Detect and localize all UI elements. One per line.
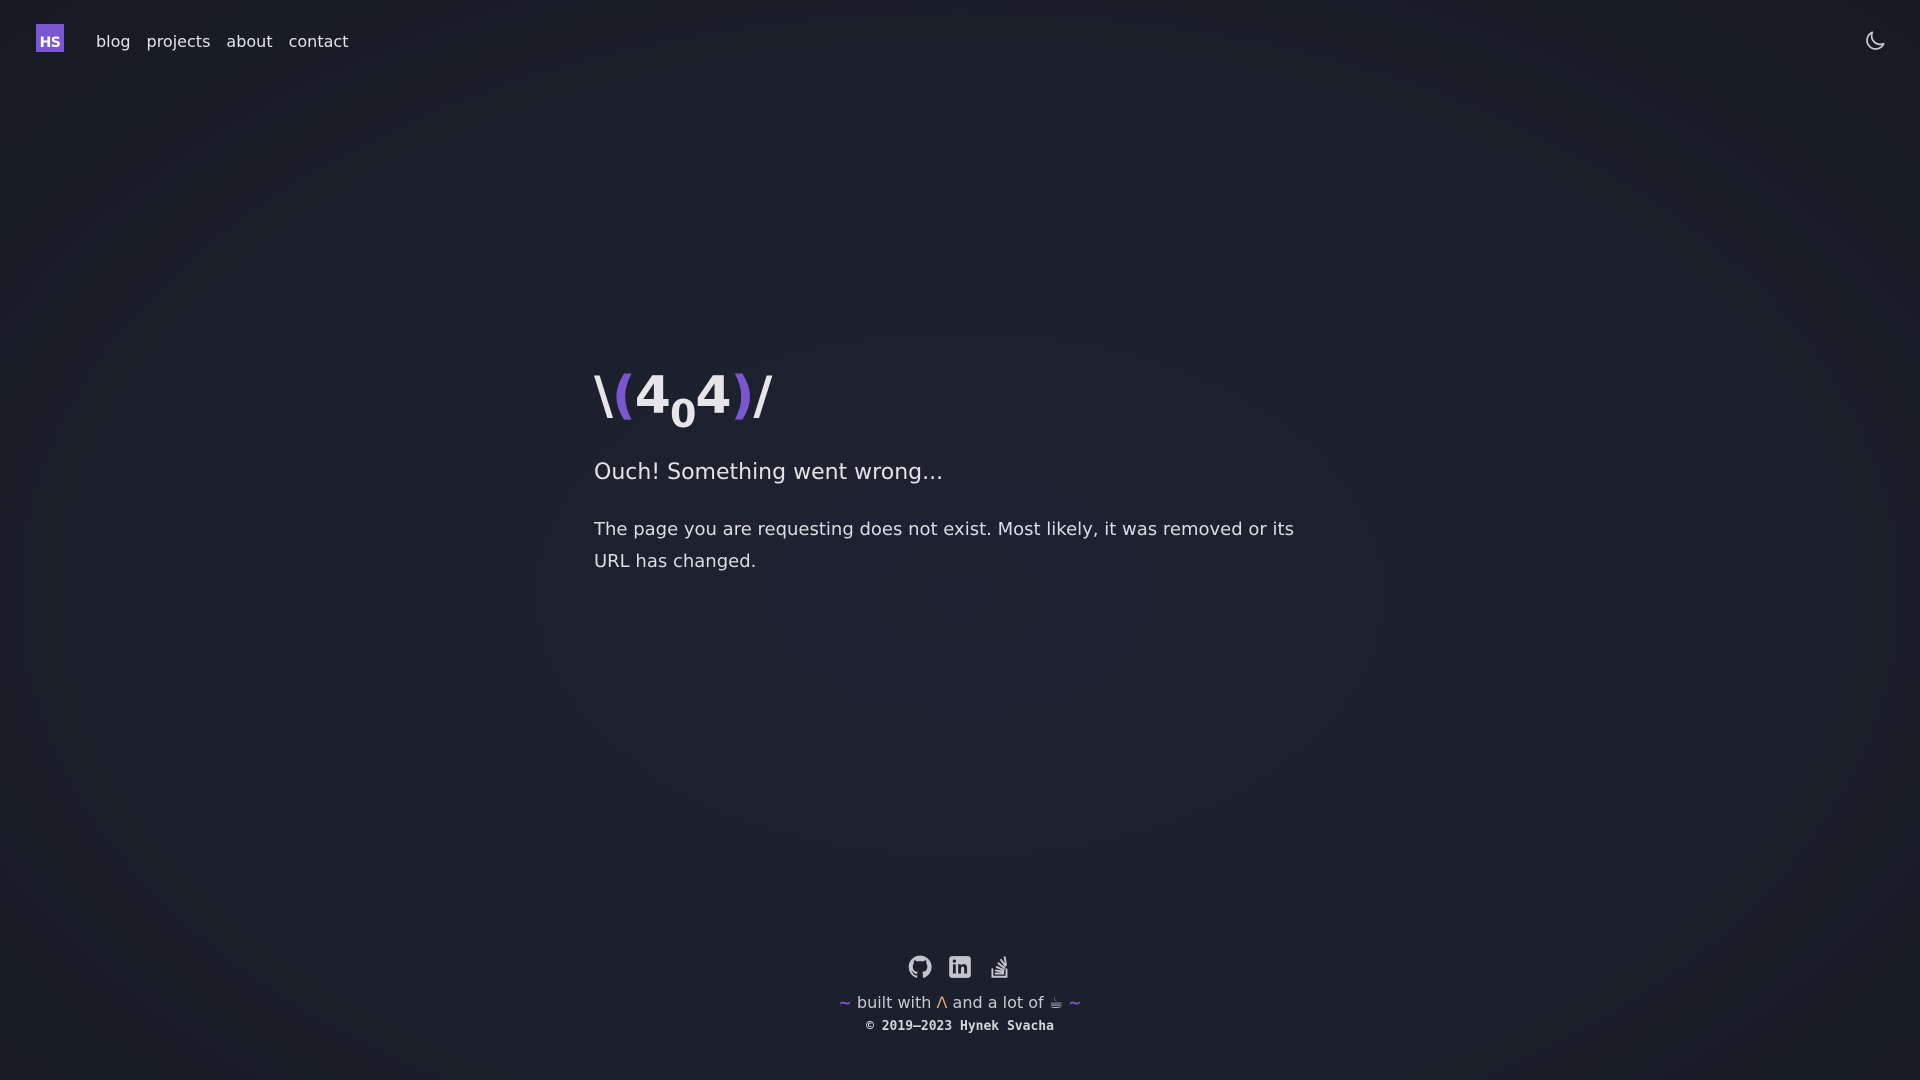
built-tilde-right: ~ <box>1068 993 1082 1012</box>
error-code-right-arm: / <box>753 366 772 426</box>
error-code-digit-0: 0 <box>669 392 696 436</box>
lambda-icon: Ʌ <box>936 993 948 1012</box>
social-links <box>0 952 1920 982</box>
error-code-paren-open: ( <box>612 366 636 426</box>
error-code: \(404)/ <box>594 360 1314 436</box>
built-tilde-left: ~ <box>838 993 852 1012</box>
linkedin-icon[interactable] <box>947 954 973 980</box>
coffee-icon: ☕ <box>1048 993 1064 1012</box>
theme-toggle-button[interactable] <box>1862 28 1888 54</box>
error-code-left-arm: \ <box>594 366 613 426</box>
error-message: The page you are requesting does not exi… <box>594 519 1294 572</box>
error-content: \(404)/ Ouch! Something went wrong... Th… <box>594 360 1314 578</box>
built-text-2: and a lot of <box>952 993 1044 1012</box>
moon-icon <box>1866 31 1885 50</box>
error-heading: Ouch! Something went wrong... <box>594 460 944 485</box>
stackoverflow-icon[interactable] <box>987 954 1013 980</box>
copyright: © 2019–2023 Hynek Svacha <box>866 1019 1054 1034</box>
error-code-paren-close: ) <box>730 366 755 426</box>
nav-link-projects[interactable]: projects <box>147 32 211 52</box>
nav-link-contact[interactable]: contact <box>289 32 349 52</box>
error-code-digit-4a: 4 <box>634 366 671 426</box>
built-text-1: built with <box>856 993 932 1012</box>
site-header: HS blog projects about contact <box>0 0 1920 84</box>
main-nav: blog projects about contact <box>96 32 348 52</box>
nav-link-about[interactable]: about <box>226 32 272 52</box>
nav-link-blog[interactable]: blog <box>96 32 131 52</box>
built-with-line: ~ built with Ʌ and a lot of ☕ ~ <box>0 992 1920 1014</box>
error-code-digit-4b: 4 <box>695 366 731 426</box>
site-logo[interactable]: HS <box>36 24 64 52</box>
site-footer: ~ built with Ʌ and a lot of ☕ ~ © 2019–2… <box>0 952 1920 1036</box>
github-icon[interactable] <box>907 954 933 980</box>
